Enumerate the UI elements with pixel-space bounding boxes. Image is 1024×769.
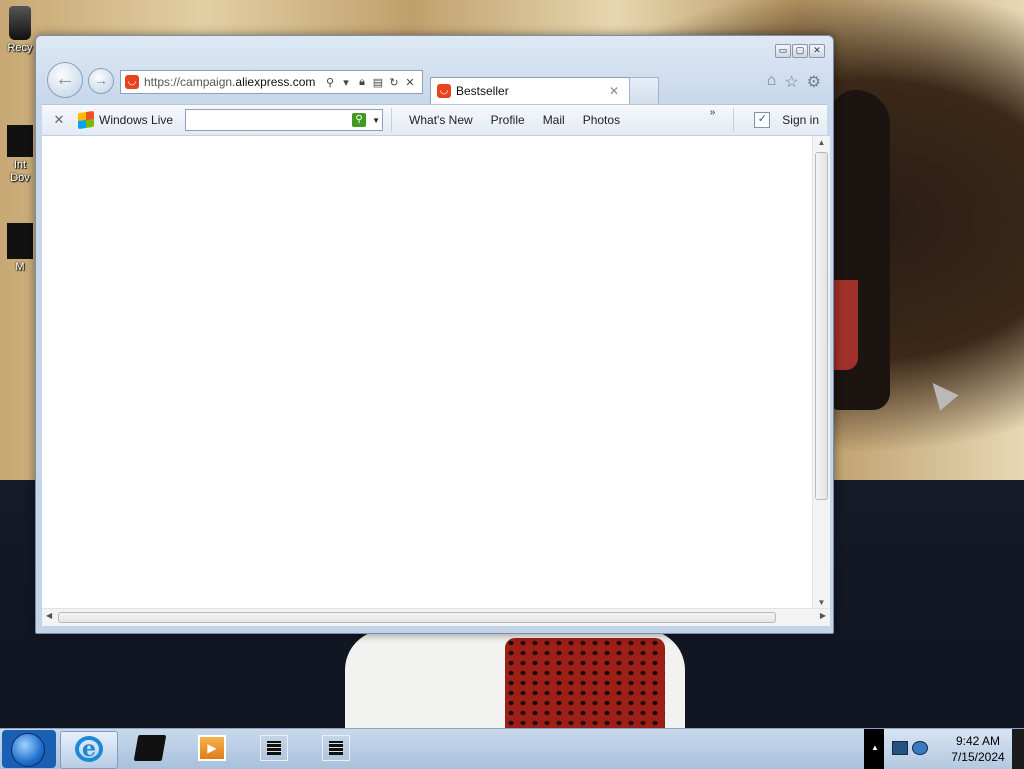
taskbar-media-player[interactable]: ▶ bbox=[184, 731, 240, 767]
browser-window[interactable]: ▭ ▢ ✕ ← → ◡ https://campaign.aliexpress.… bbox=[35, 35, 834, 634]
minimize-button[interactable]: ▭ bbox=[775, 44, 791, 58]
app-icon bbox=[7, 223, 33, 259]
refresh-icon[interactable]: ↻ bbox=[388, 76, 400, 89]
desktop-icon-label: Recy bbox=[7, 42, 33, 54]
desktop-icon-label: Int Dov bbox=[10, 159, 30, 184]
aliexpress-favicon-icon: ◡ bbox=[125, 75, 139, 89]
clock-time: 9:42 AM bbox=[955, 734, 1001, 748]
dropdown-icon[interactable]: ▾ bbox=[340, 76, 352, 89]
window-controls: ▭ ▢ ✕ bbox=[775, 44, 825, 58]
taskbar-folder[interactable] bbox=[122, 731, 178, 767]
scroll-right-icon[interactable]: ▶ bbox=[820, 611, 826, 620]
terminal-icon bbox=[322, 735, 350, 761]
windows-live-toolbar: ✕ Windows Live ⚲ ▼ What's New Profile Ma… bbox=[42, 104, 827, 135]
page-content[interactable]: ▲ ▼ bbox=[42, 135, 830, 609]
desktop-icon-label: M bbox=[15, 261, 25, 273]
clock[interactable]: 9:42 AM 7/15/2024 bbox=[938, 733, 1018, 765]
search-go-icon[interactable]: ⚲ bbox=[352, 113, 367, 127]
folder-icon bbox=[133, 735, 167, 761]
horizontal-scrollbar[interactable]: ◀ ▶ bbox=[42, 608, 830, 626]
desktop-icon-m[interactable]: M bbox=[0, 223, 40, 273]
taskbar-terminal-2[interactable] bbox=[308, 731, 364, 767]
scroll-down-icon[interactable]: ▼ bbox=[813, 598, 830, 607]
sign-in-link[interactable]: Sign in bbox=[782, 113, 819, 127]
scroll-up-icon[interactable]: ▲ bbox=[813, 138, 830, 147]
address-bar[interactable]: ◡ https://campaign.aliexpress.com ⚲ ▾ 🔒︎… bbox=[120, 70, 423, 94]
checkbox-icon[interactable]: ✓ bbox=[754, 112, 771, 128]
toolbar-separator bbox=[391, 108, 393, 132]
maximize-button[interactable]: ▢ bbox=[792, 44, 808, 58]
browser-right-icons: ⌂ ☆ ⚙ bbox=[767, 72, 821, 92]
system-tray: 9:42 AM 7/15/2024 bbox=[884, 729, 1024, 769]
network-icon[interactable] bbox=[892, 741, 908, 755]
windows-live-label[interactable]: Windows Live bbox=[99, 113, 173, 127]
favorites-star-icon[interactable]: ☆ bbox=[784, 72, 798, 92]
start-button[interactable] bbox=[2, 730, 56, 768]
forward-button[interactable]: → bbox=[88, 68, 114, 94]
back-button[interactable]: ← bbox=[47, 62, 83, 98]
horizontal-scroll-thumb[interactable] bbox=[58, 612, 776, 623]
link-mail[interactable]: Mail bbox=[543, 113, 565, 127]
new-tab-button[interactable] bbox=[629, 77, 659, 104]
scroll-left-icon[interactable]: ◀ bbox=[46, 611, 52, 620]
volume-icon[interactable] bbox=[912, 741, 928, 755]
windows-logo-icon bbox=[78, 110, 94, 130]
close-button[interactable]: ✕ bbox=[809, 44, 825, 58]
tab-close-icon[interactable]: ✕ bbox=[609, 84, 623, 98]
arrow-right-icon: → bbox=[94, 72, 108, 88]
address-bar-icons: ⚲ ▾ 🔒︎ ▤ ↻ ✕ bbox=[324, 76, 416, 89]
address-url-prefix: https://campaign. bbox=[144, 75, 236, 89]
mouse-cursor-icon bbox=[923, 375, 959, 411]
wallpaper-ear bbox=[832, 280, 858, 370]
gear-icon[interactable]: ⚙ bbox=[807, 72, 821, 92]
taskbar: e ▶ ▲ 9:42 AM 7/15/2024 bbox=[0, 728, 1024, 769]
internet-explorer-icon: e bbox=[75, 736, 103, 762]
toolbar-separator bbox=[733, 108, 735, 132]
vertical-scroll-thumb[interactable] bbox=[815, 152, 828, 500]
compatibility-icon[interactable]: ▤ bbox=[372, 76, 384, 89]
arrow-left-icon: ← bbox=[55, 68, 75, 90]
tray-expand[interactable]: ▲ bbox=[864, 729, 884, 769]
link-whats-new[interactable]: What's New bbox=[409, 113, 473, 127]
windows-orb-icon bbox=[11, 733, 45, 767]
link-photos[interactable]: Photos bbox=[583, 113, 620, 127]
aliexpress-favicon-icon: ◡ bbox=[437, 84, 451, 98]
recycle-bin-icon bbox=[9, 6, 31, 40]
desktop-icon-recycle-bin[interactable]: Recy bbox=[0, 6, 40, 54]
more-chevron-icon[interactable]: » bbox=[710, 107, 716, 118]
link-profile[interactable]: Profile bbox=[491, 113, 525, 127]
clock-date: 7/15/2024 bbox=[951, 750, 1005, 764]
search-input[interactable]: ⚲ ▼ bbox=[185, 109, 384, 131]
wallpaper-tie bbox=[505, 638, 665, 730]
show-desktop-button[interactable] bbox=[1012, 729, 1024, 769]
tab-label: Bestseller bbox=[456, 84, 509, 98]
stop-icon[interactable]: ✕ bbox=[404, 76, 416, 89]
toolbar-close-icon[interactable]: ✕ bbox=[48, 112, 70, 128]
terminal-icon bbox=[260, 735, 288, 761]
home-icon[interactable]: ⌂ bbox=[767, 72, 777, 92]
tab-bestseller[interactable]: ◡ Bestseller ✕ bbox=[430, 77, 630, 104]
vertical-scrollbar[interactable]: ▲ ▼ bbox=[812, 136, 830, 609]
app-icon bbox=[7, 125, 33, 157]
address-url-domain: aliexpress.com bbox=[235, 75, 316, 89]
media-player-icon: ▶ bbox=[198, 735, 226, 761]
search-icon[interactable]: ⚲ bbox=[324, 76, 336, 89]
desktop-icon-internet-download[interactable]: Int Dov bbox=[0, 125, 40, 185]
taskbar-internet-explorer[interactable]: e bbox=[60, 731, 118, 769]
lock-icon[interactable]: 🔒︎ bbox=[356, 76, 368, 89]
taskbar-terminal-1[interactable] bbox=[246, 731, 302, 767]
address-url[interactable]: https://campaign.aliexpress.com bbox=[144, 75, 320, 89]
chevron-up-icon: ▲ bbox=[871, 743, 879, 752]
search-dropdown-icon[interactable]: ▼ bbox=[370, 116, 382, 125]
